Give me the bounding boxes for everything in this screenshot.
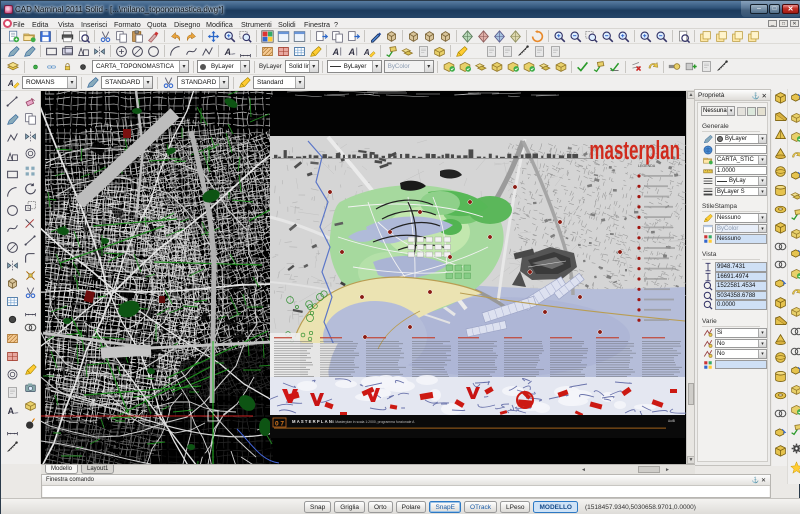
svg-text:A: A xyxy=(7,79,14,88)
svg-text:A: A xyxy=(363,47,370,56)
svg-text:A: A xyxy=(223,46,230,56)
svg-text:A: A xyxy=(7,405,14,415)
svg-text:LEGENDA: LEGENDA xyxy=(638,164,656,168)
svg-text:A: A xyxy=(331,46,338,56)
svg-text:MASTERPLAN: MASTERPLAN xyxy=(292,419,333,424)
svg-text:AutB: AutB xyxy=(668,419,675,423)
svg-text:B Masterplan in scala 1:2000,: B Masterplan in scala 1:2000, programma … xyxy=(332,420,415,424)
svg-text:A: A xyxy=(347,46,354,56)
svg-text:masterplan: masterplan xyxy=(589,135,680,164)
svg-text:0 7: 0 7 xyxy=(275,421,284,428)
